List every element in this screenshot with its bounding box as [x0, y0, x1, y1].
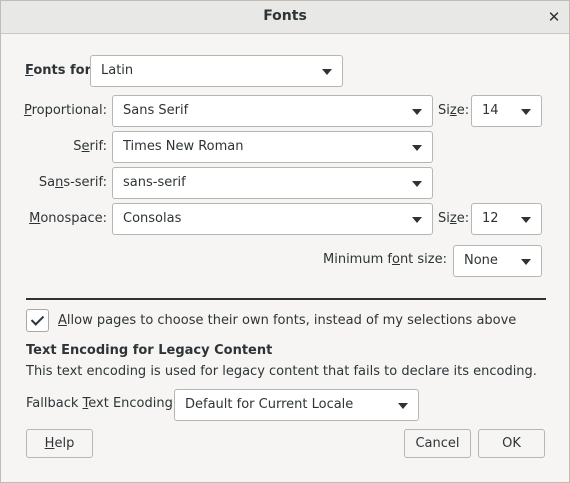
monospace-size-dropdown[interactable]: 12 — [471, 203, 542, 235]
title-bar: Fonts ✕ — [1, 1, 569, 34]
section-divider — [26, 298, 546, 300]
text-encoding-description: This text encoding is used for legacy co… — [26, 364, 537, 379]
proportional-size-dropdown[interactable]: 14 — [471, 95, 542, 127]
fonts-for-dropdown[interactable]: Latin — [90, 55, 343, 87]
chevron-down-icon — [322, 69, 332, 75]
sans-serif-label: Sans-serif: — [38, 175, 107, 190]
serif-font-dropdown[interactable]: Times New Roman — [112, 131, 433, 163]
checkmark-icon — [30, 312, 45, 326]
cancel-button[interactable]: Cancel — [404, 429, 471, 458]
chevron-down-icon — [398, 403, 408, 409]
minimum-font-size-value: None — [464, 253, 498, 268]
dialog-title: Fonts — [263, 8, 307, 24]
monospace-size-value: 12 — [482, 211, 499, 226]
minimum-font-size-dropdown[interactable]: None — [453, 245, 542, 277]
fonts-for-value: Latin — [101, 63, 134, 78]
serif-font-value: Times New Roman — [123, 139, 244, 154]
sans-serif-font-dropdown[interactable]: sans-serif — [112, 167, 433, 199]
chevron-down-icon — [521, 259, 531, 265]
fonts-dialog: Fonts ✕ Fonts for: Latin Proportional: S… — [0, 0, 570, 483]
close-icon[interactable]: ✕ — [546, 7, 562, 27]
chevron-down-icon — [521, 217, 531, 223]
monospace-font-value: Consolas — [123, 211, 182, 226]
allow-pages-label[interactable]: Allow pages to choose their own fonts, i… — [58, 313, 516, 329]
serif-label: Serif: — [73, 139, 107, 154]
chevron-down-icon — [521, 109, 531, 115]
chevron-down-icon — [412, 181, 422, 187]
fonts-for-label: Fonts for: — [25, 63, 97, 78]
fallback-encoding-label: Fallback Text Encoding: — [26, 396, 178, 411]
monospace-font-dropdown[interactable]: Consolas — [112, 203, 433, 235]
ok-button[interactable]: OK — [478, 429, 545, 458]
proportional-font-value: Sans Serif — [123, 103, 189, 118]
fallback-encoding-dropdown[interactable]: Default for Current Locale — [174, 389, 419, 421]
allow-pages-checkbox[interactable] — [26, 309, 49, 332]
minimum-font-size-label: Minimum font size: — [323, 252, 447, 267]
monospace-size-label: Size: — [438, 211, 470, 226]
chevron-down-icon — [412, 217, 422, 223]
proportional-size-label: Size: — [438, 103, 470, 118]
proportional-size-value: 14 — [482, 103, 499, 118]
monospace-label: Monospace: — [29, 211, 107, 226]
chevron-down-icon — [412, 109, 422, 115]
fallback-encoding-value: Default for Current Locale — [185, 397, 354, 412]
chevron-down-icon — [412, 145, 422, 151]
proportional-font-dropdown[interactable]: Sans Serif — [112, 95, 433, 127]
text-encoding-heading: Text Encoding for Legacy Content — [26, 343, 273, 358]
sans-serif-font-value: sans-serif — [123, 175, 186, 190]
help-button[interactable]: Help — [26, 429, 93, 458]
proportional-label: Proportional: — [23, 103, 107, 118]
